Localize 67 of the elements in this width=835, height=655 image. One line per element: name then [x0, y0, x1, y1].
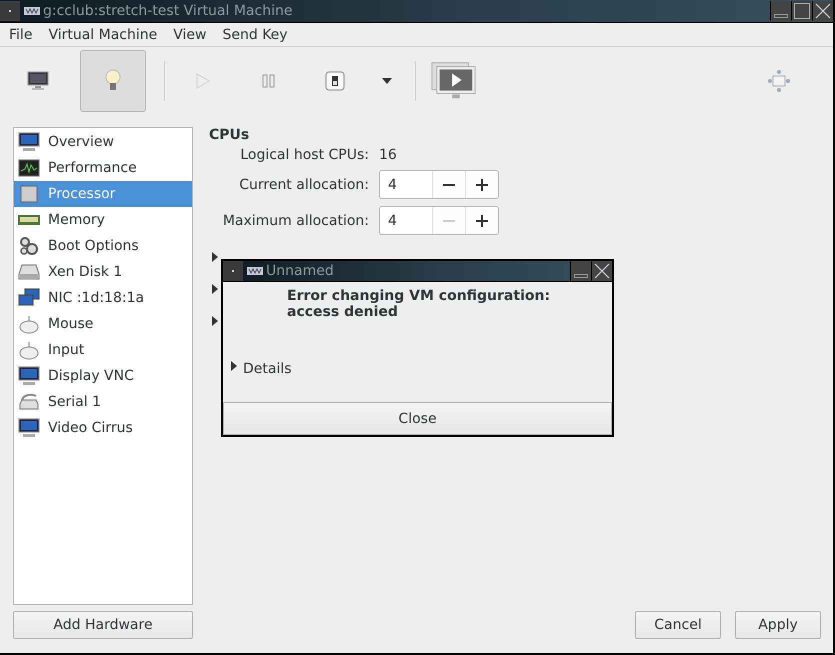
field-label: Logical host CPUs:	[240, 147, 369, 163]
chart-icon	[18, 159, 40, 177]
section-heading: CPUs	[209, 127, 250, 143]
play-icon	[195, 72, 211, 90]
field-label: Maximum allocation:	[222, 212, 369, 228]
sidebar-item[interactable]: Mouse	[14, 311, 192, 337]
serial-port-icon	[18, 392, 40, 412]
add-hardware-button[interactable]: Add Hardware	[13, 611, 193, 639]
expander-arrow-icon[interactable]	[212, 316, 218, 326]
app-icon	[247, 266, 263, 276]
number-spin-field[interactable]: 4	[379, 170, 499, 199]
cancel-button[interactable]: Cancel	[635, 611, 721, 639]
network-icon	[18, 288, 40, 308]
sidebar-item[interactable]: Boot Options	[14, 233, 192, 259]
menu-item[interactable]: Send Key	[214, 26, 296, 42]
field-label: Current allocation:	[239, 176, 369, 192]
gears-icon	[18, 236, 40, 256]
monitor-icon	[18, 366, 40, 386]
minus-icon	[443, 184, 455, 186]
sidebar-item[interactable]: Serial 1	[14, 389, 192, 415]
details-expander[interactable]: Details	[243, 361, 292, 377]
sidebar-item[interactable]: Video Cirrus	[14, 415, 192, 441]
plus-icon	[476, 214, 488, 226]
close-button[interactable]	[591, 261, 612, 281]
menu-item[interactable]: File	[1, 26, 40, 42]
expander-arrow-icon[interactable]	[212, 252, 218, 262]
minimize-button[interactable]	[570, 261, 591, 281]
caret-icon	[382, 78, 392, 84]
number-spin-field[interactable]: 4	[379, 206, 499, 235]
minimize-button[interactable]	[770, 1, 791, 21]
monitor-icon	[27, 71, 49, 91]
expander-arrow-icon[interactable]	[231, 361, 237, 371]
sidebar-item[interactable]: Overview	[14, 129, 192, 155]
increment-button[interactable]	[465, 207, 498, 234]
error-message: Error changing VM configuration: access denied	[286, 287, 552, 322]
power-switch-icon	[325, 71, 345, 91]
minus-icon	[443, 220, 455, 222]
close-button[interactable]	[812, 1, 833, 21]
maximize-button[interactable]	[791, 1, 812, 21]
light-bulb-icon	[105, 69, 121, 93]
increment-button[interactable]	[465, 171, 498, 198]
sidebar-item[interactable]: Display VNC	[14, 363, 192, 389]
window-title: g:cclub:stretch-test Virtual Machine	[43, 3, 292, 19]
plus-icon	[476, 178, 488, 190]
sidebar-item[interactable]: Memory	[14, 207, 192, 233]
sidebar-item[interactable]: Xen Disk 1	[14, 259, 192, 285]
expander-arrow-icon[interactable]	[212, 284, 218, 294]
dialog-title: Unnamed	[266, 263, 334, 279]
mouse-icon	[18, 340, 40, 360]
monitor-icon	[18, 132, 40, 152]
memory-icon	[18, 214, 40, 226]
field-value: 16	[379, 147, 397, 163]
app-icon	[24, 6, 40, 16]
sidebar-item[interactable]: Input	[14, 337, 192, 363]
pause-icon	[262, 74, 276, 88]
move-arrows-icon	[767, 69, 791, 93]
sidebar-item[interactable]: NIC :1d:18:1a	[14, 285, 192, 311]
menu-item[interactable]: View	[165, 26, 214, 42]
chip-icon	[18, 184, 40, 204]
mouse-icon	[18, 314, 40, 334]
apply-button[interactable]: Apply	[735, 611, 821, 639]
menu-item[interactable]: Virtual Machine	[40, 26, 166, 42]
close-button[interactable]: Close	[223, 402, 612, 435]
monitor-play-icon	[431, 61, 477, 101]
monitor-icon	[18, 418, 40, 438]
sidebar-item[interactable]: Performance	[14, 155, 192, 181]
decrement-button[interactable]	[432, 171, 465, 198]
